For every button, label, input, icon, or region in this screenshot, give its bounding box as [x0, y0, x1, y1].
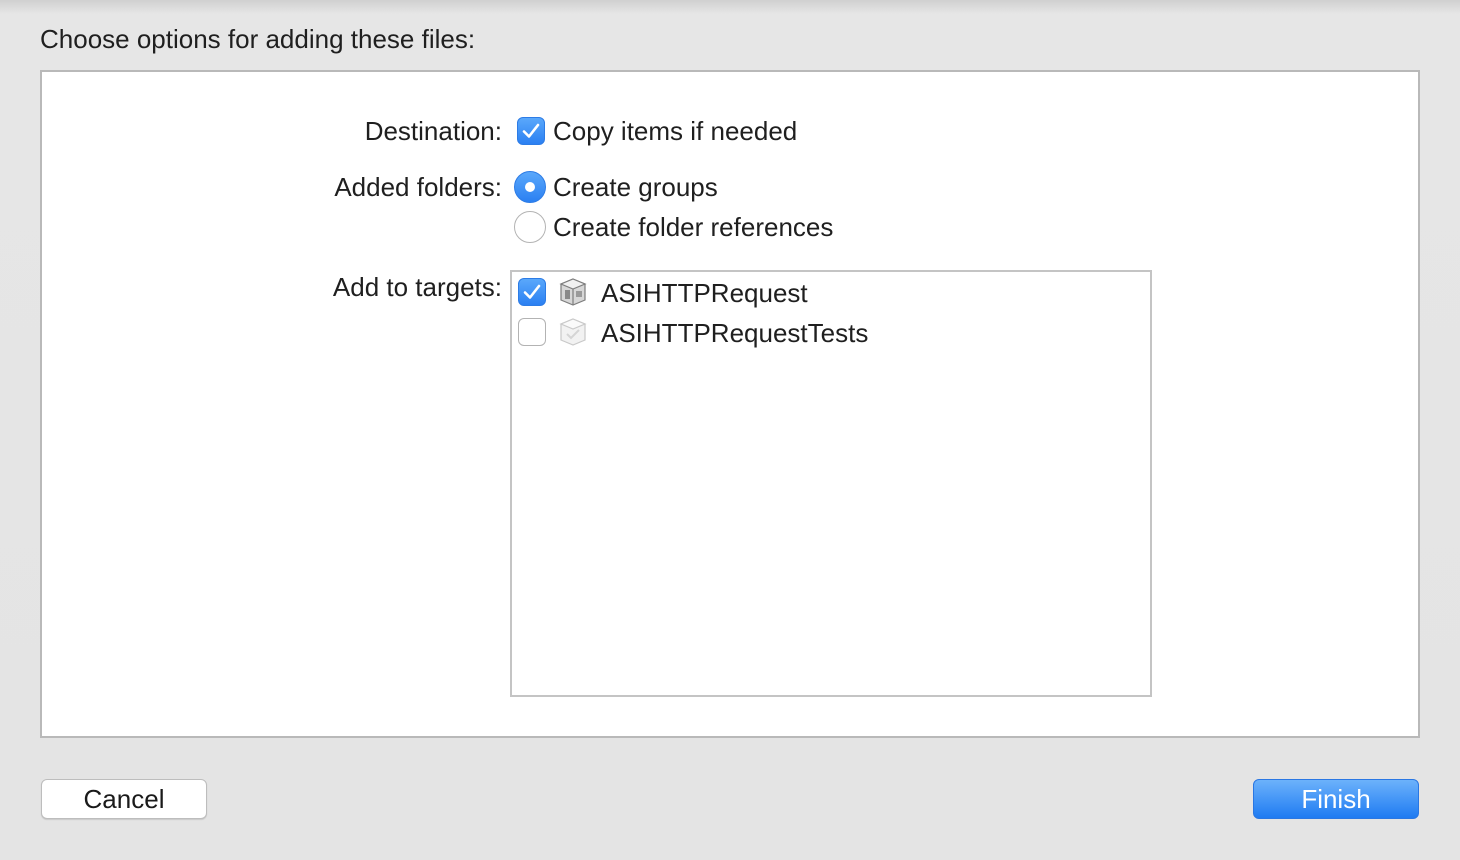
radio-dot-icon [525, 182, 535, 192]
destination-label: Destination: [364, 116, 502, 146]
add-to-targets-label: Add to targets: [332, 272, 502, 302]
added-folders-label: Added folders: [334, 172, 502, 202]
test-bundle-icon [559, 318, 587, 346]
checkmark-icon [522, 123, 540, 138]
copy-items-label[interactable]: Copy items if needed [553, 116, 797, 147]
cancel-button[interactable]: Cancel [41, 779, 207, 819]
targets-list[interactable]: ASIHTTPRequest ASIHTTPRequestTests [510, 270, 1152, 697]
dialog-title: Choose options for adding these files: [40, 24, 476, 54]
create-folder-references-label[interactable]: Create folder references [553, 212, 833, 243]
copy-items-checkbox[interactable] [517, 117, 545, 145]
create-groups-radio[interactable] [514, 171, 546, 203]
application-target-icon [559, 278, 587, 306]
finish-button[interactable]: Finish [1253, 779, 1419, 819]
options-panel: Destination: Copy items if needed Added … [40, 70, 1420, 738]
target-checkbox-asihttprequest[interactable] [518, 278, 546, 306]
target-checkbox-asihttprequesttests[interactable] [518, 318, 546, 346]
target-name: ASIHTTPRequestTests [601, 318, 869, 348]
checkmark-icon [523, 284, 541, 299]
create-groups-label[interactable]: Create groups [553, 172, 718, 203]
create-folder-references-radio[interactable] [514, 211, 546, 243]
target-name: ASIHTTPRequest [601, 278, 808, 308]
